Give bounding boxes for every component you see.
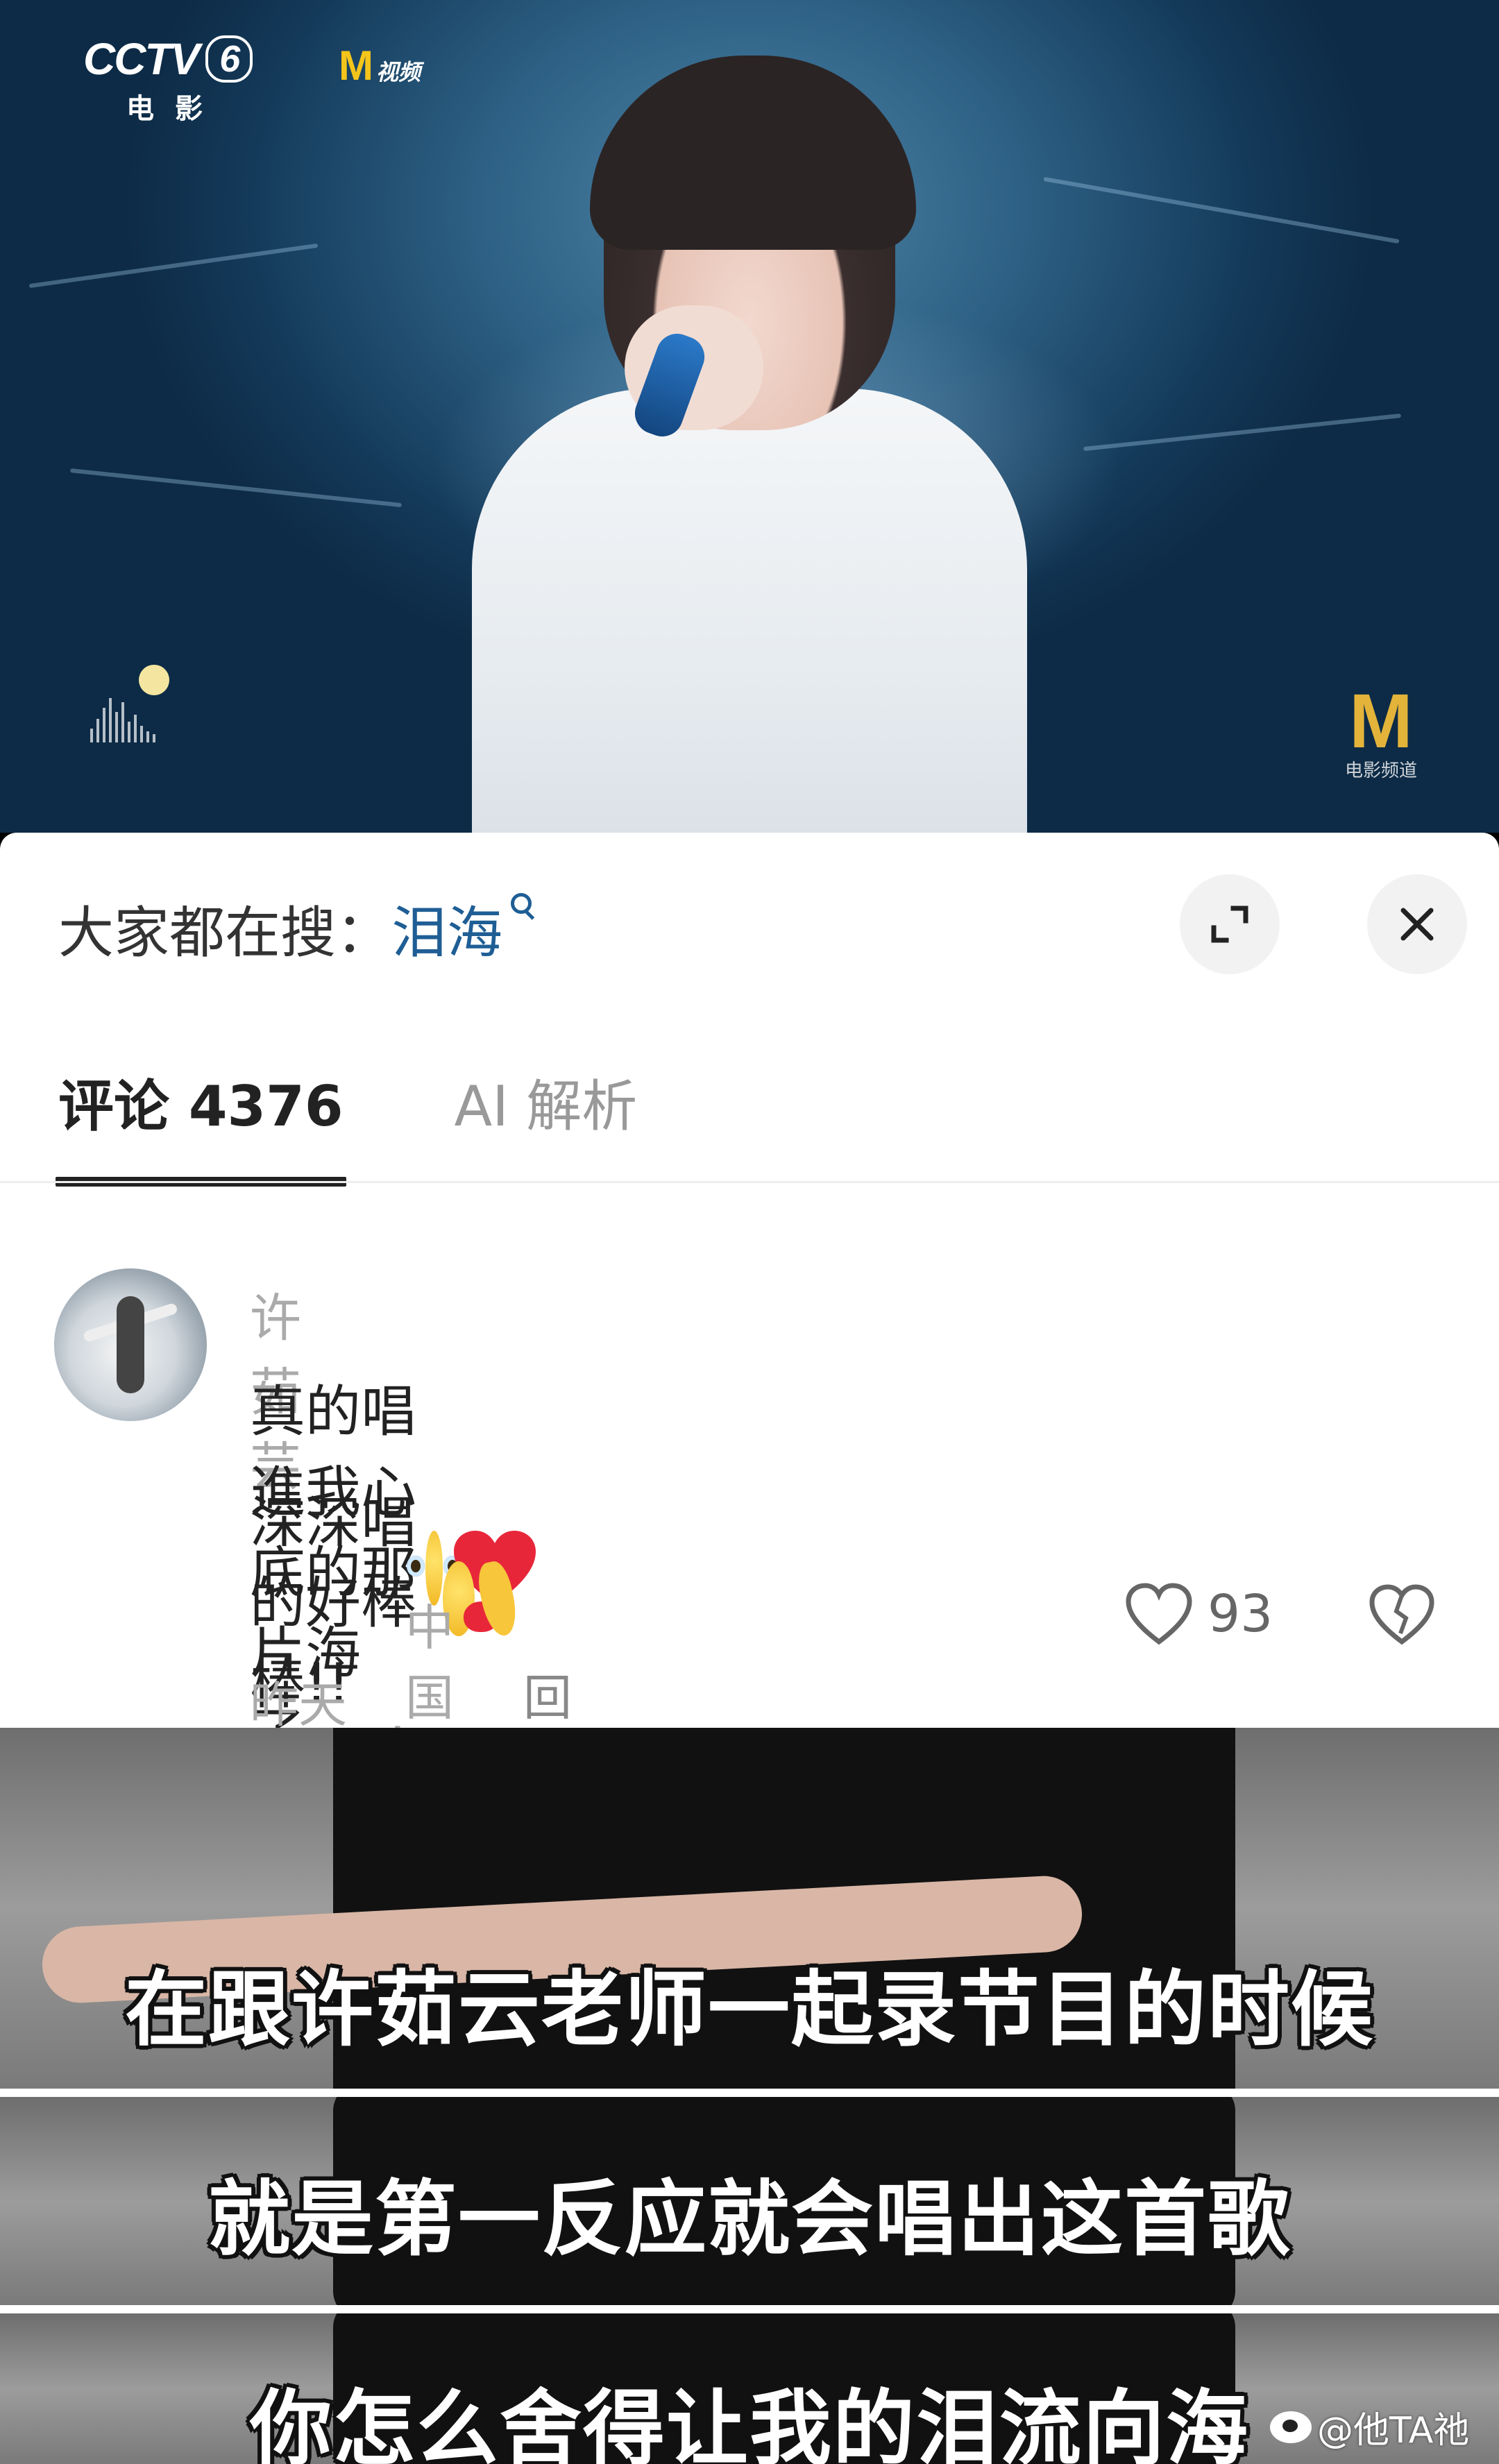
expand-icon [1211,906,1248,943]
cctv-channel-name: 电影 [126,94,223,124]
stage-light-streak [70,468,402,508]
watermark-handle: @他TA祂 [1317,2410,1470,2452]
heart-outline-icon [1126,1583,1192,1645]
subtitle-line: 在跟许茹云老师一起录节目的时候 [124,1962,1374,2057]
close-icon [1400,908,1434,941]
expand-button[interactable] [1180,874,1280,974]
tab-ai-analysis[interactable]: AI 解析 [455,1062,638,1142]
video-player[interactable]: CCTV 6 电影 M 视频 M 电影频道 [0,0,1499,833]
like-count: 93 [1208,1584,1273,1644]
clip-separator [0,2305,1499,2313]
event-watermark-logo [90,694,312,763]
comment-sheet: 大家都在搜： 泪海 评论 4376 AI 解析 许茹芸 真的唱進我心底的那片海了… [0,833,1499,1867]
tabs-divider [0,1181,1499,1183]
tab-comments[interactable]: 评论 4376 [56,1062,346,1187]
close-button[interactable] [1367,874,1467,974]
singer-hair [590,56,916,250]
m-logo-letter: M [339,42,373,89]
comment-tabs: 评论 4376 AI 解析 [56,1062,638,1187]
m-logo-text: 视频 [375,60,421,85]
channel-bug-logo: M [1349,679,1413,764]
stage-light-streak [1043,176,1400,244]
singer-white-jacket [472,389,1027,833]
avatar[interactable] [54,1268,207,1421]
weibo-watermark: @他TA祂 [1270,2401,1469,2453]
sound-wave-graphic [90,694,312,742]
m-video-logo: M 视频 [339,42,421,90]
stage-light-streak [28,243,319,289]
broken-heart-icon [1369,1584,1434,1645]
trending-search[interactable]: 大家都在搜： 泪海 [58,888,532,969]
moon-icon [139,665,169,695]
cctv-channel-number: 6 [205,35,253,83]
search-icon [511,893,532,914]
cctv-logo-text: CCTV [83,34,200,84]
dislike-button[interactable] [1369,1583,1435,1649]
cctv6-logo: CCTV 6 电影 [83,33,253,126]
trending-term-link[interactable]: 泪海 [391,888,502,969]
channel-bug-caption: 电影频道 [1344,761,1417,781]
video-clip-2[interactable]: 就是第一反应就会唱出这首歌 [0,2097,1499,2305]
stage-light-streak [1083,413,1402,452]
movie-channel-bug: M 电影频道 [1332,679,1430,782]
trending-label: 大家都在搜： [58,901,391,965]
subtitle-line: 就是第一反应就会唱出这首歌 [208,2171,1291,2267]
video-clip-1[interactable]: 在跟许茹云老师一起录节目的时候 [0,1728,1499,2089]
like-button[interactable]: 93 [1124,1582,1273,1646]
tab-ai-analysis-label: AI 解析 [454,1074,638,1139]
tab-comments-label: 评论 4376 [58,1074,344,1139]
weibo-icon [1270,2411,1312,2443]
clip-separator [0,2089,1499,2097]
